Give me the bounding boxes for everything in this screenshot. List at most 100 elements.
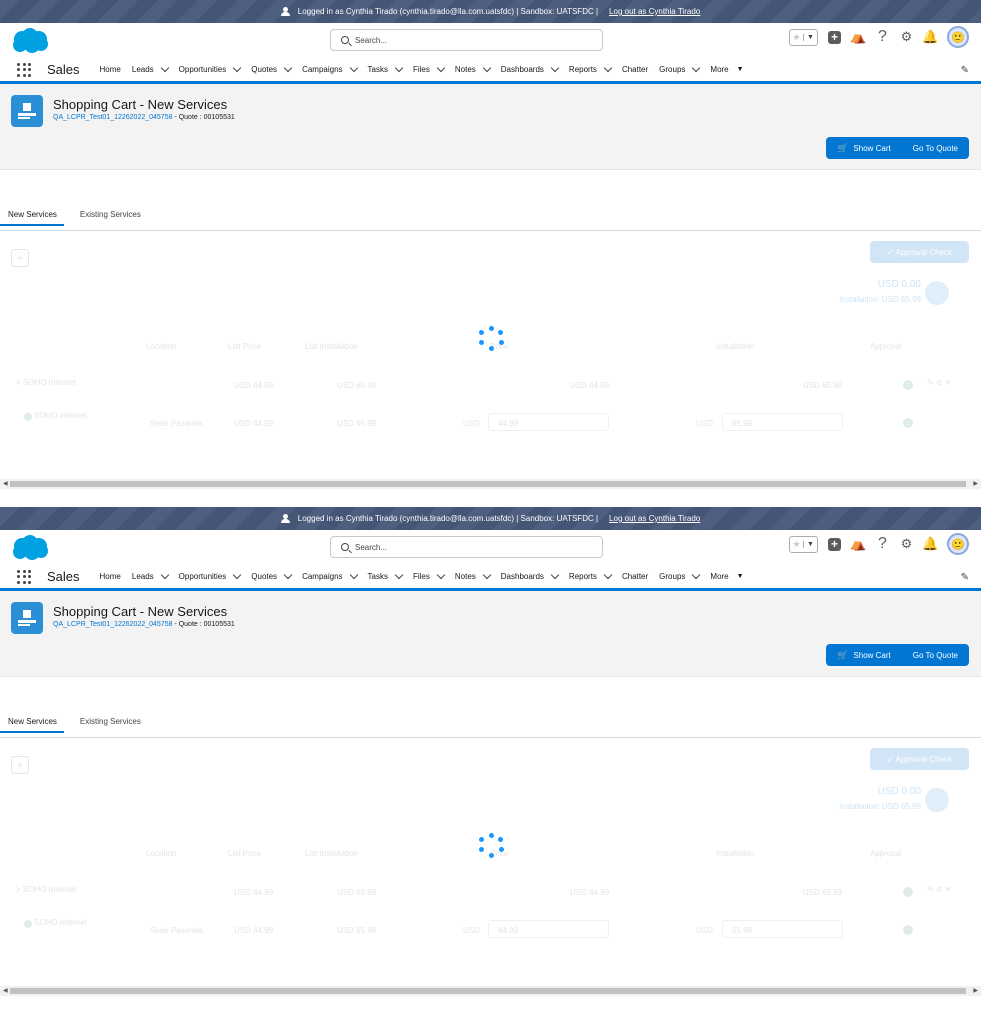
salesforce-logo[interactable] bbox=[10, 27, 50, 54]
approval-check-button[interactable]: ✓ Approval Check bbox=[870, 241, 969, 263]
trailhead-icon[interactable]: ⛺ bbox=[850, 536, 866, 552]
nav-item-chatter[interactable]: Chatter bbox=[622, 572, 648, 581]
logout-link[interactable]: Log out as Cynthia Tirado bbox=[609, 514, 700, 523]
edit-nav-pencil-icon[interactable]: ✎ bbox=[961, 572, 969, 583]
salesforce-logo[interactable] bbox=[10, 534, 50, 561]
notifications-bell-icon[interactable]: 🔔 bbox=[922, 29, 938, 45]
trailhead-icon[interactable]: ⛺ bbox=[850, 29, 866, 45]
chevron-down-icon[interactable] bbox=[233, 63, 242, 73]
tab-new-services[interactable]: New Services bbox=[0, 717, 64, 733]
logout-link[interactable]: Log out as Cynthia Tirado bbox=[609, 7, 700, 16]
global-search-input[interactable]: Search... bbox=[330, 536, 603, 558]
tab-existing-services[interactable]: Existing Services bbox=[80, 210, 141, 226]
show-cart-button[interactable]: 🛒 Show Cart bbox=[826, 137, 902, 159]
chevron-down-icon[interactable] bbox=[394, 63, 404, 73]
row-actions-icons[interactable]: ✎ ⊘ ✕ bbox=[927, 885, 952, 894]
chevron-down-icon[interactable] bbox=[692, 570, 701, 580]
chevron-down-icon[interactable] bbox=[436, 63, 446, 73]
quote-link[interactable]: QA_LCPR_Test01_12262022_045758 bbox=[53, 114, 173, 121]
nav-item-leads[interactable]: Leads bbox=[132, 63, 169, 74]
chevron-down-icon[interactable] bbox=[603, 570, 613, 580]
nav-item-chatter[interactable]: Chatter bbox=[622, 65, 648, 74]
chevron-down-icon[interactable] bbox=[349, 570, 358, 580]
user-avatar[interactable]: 🙂 bbox=[947, 26, 969, 48]
scroll-left-arrow-icon[interactable]: ◀ bbox=[3, 986, 8, 996]
add-product-button[interactable]: + bbox=[11, 249, 29, 267]
setup-gear-icon[interactable]: ⚙ bbox=[899, 29, 914, 45]
chevron-down-icon[interactable] bbox=[233, 570, 242, 580]
chevron-down-icon[interactable] bbox=[160, 570, 169, 580]
group-row-name[interactable]: > SOHO Internet bbox=[16, 378, 76, 387]
nav-item-tasks[interactable]: Tasks bbox=[368, 570, 404, 581]
favorites-dropdown-icon[interactable]: ▼ bbox=[803, 33, 817, 41]
nav-item-label: Notes bbox=[454, 65, 476, 74]
favorites-dropdown-icon[interactable]: ▼ bbox=[803, 540, 817, 548]
nav-item-quotes[interactable]: Quotes bbox=[251, 570, 293, 581]
nav-item-reports[interactable]: Reports bbox=[569, 63, 613, 74]
approval-check-button[interactable]: ✓ Approval Check bbox=[870, 748, 969, 770]
nav-item-home[interactable]: Home bbox=[100, 572, 121, 581]
help-icon[interactable]: ? bbox=[875, 28, 890, 45]
nav-item-more[interactable]: More ▼ bbox=[710, 65, 743, 74]
chevron-down-icon[interactable] bbox=[283, 570, 293, 580]
item-approval-status bbox=[903, 925, 913, 935]
chevron-down-icon[interactable] bbox=[603, 63, 613, 73]
scrollbar-thumb[interactable] bbox=[10, 988, 966, 994]
chevron-down-icon[interactable] bbox=[550, 570, 560, 580]
chevron-down-icon[interactable] bbox=[160, 63, 169, 73]
chevron-down-icon[interactable] bbox=[349, 63, 358, 73]
app-launcher-icon[interactable] bbox=[17, 569, 31, 584]
go-to-quote-button[interactable]: Go To Quote bbox=[902, 137, 969, 159]
horizontal-scrollbar[interactable]: ◀ ▶ bbox=[0, 479, 981, 489]
row-actions-icons[interactable]: ✎ ⊘ ✕ bbox=[927, 378, 952, 387]
group-row-name[interactable]: > SOHO Internet bbox=[16, 885, 76, 894]
nav-item-campaigns[interactable]: Campaigns bbox=[302, 63, 358, 74]
edit-nav-pencil-icon[interactable]: ✎ bbox=[961, 65, 969, 76]
nav-item-reports[interactable]: Reports bbox=[569, 570, 613, 581]
tab-new-services[interactable]: New Services bbox=[0, 210, 64, 226]
favorites-button[interactable]: ★ ▼ bbox=[789, 535, 818, 553]
nav-item-opportunities[interactable]: Opportunities bbox=[179, 570, 242, 581]
nav-item-opportunities[interactable]: Opportunities bbox=[179, 63, 242, 74]
user-avatar[interactable]: 🙂 bbox=[947, 533, 969, 555]
chevron-down-icon[interactable] bbox=[283, 63, 293, 73]
horizontal-scrollbar[interactable]: ◀ ▶ bbox=[0, 986, 981, 996]
nav-item-tasks[interactable]: Tasks bbox=[368, 63, 404, 74]
nav-item-dashboards[interactable]: Dashboards bbox=[501, 63, 560, 74]
nav-item-more[interactable]: More ▼ bbox=[710, 572, 743, 581]
nav-item-leads[interactable]: Leads bbox=[132, 570, 169, 581]
chevron-down-icon[interactable] bbox=[550, 63, 560, 73]
notifications-bell-icon[interactable]: 🔔 bbox=[922, 536, 938, 552]
nav-item-groups[interactable]: Groups bbox=[659, 570, 701, 581]
go-to-quote-button[interactable]: Go To Quote bbox=[902, 644, 969, 666]
setup-gear-icon[interactable]: ⚙ bbox=[899, 536, 914, 552]
add-product-button[interactable]: + bbox=[11, 756, 29, 774]
nav-item-dashboards[interactable]: Dashboards bbox=[501, 570, 560, 581]
scroll-right-arrow-icon[interactable]: ▶ bbox=[973, 479, 978, 489]
favorites-button[interactable]: ★ ▼ bbox=[789, 28, 818, 46]
global-actions-button[interactable]: + bbox=[827, 30, 842, 45]
scroll-right-arrow-icon[interactable]: ▶ bbox=[973, 986, 978, 996]
chevron-down-icon[interactable] bbox=[692, 63, 701, 73]
global-actions-button[interactable]: + bbox=[827, 537, 842, 552]
nav-item-campaigns[interactable]: Campaigns bbox=[302, 570, 358, 581]
help-icon[interactable]: ? bbox=[875, 535, 890, 552]
nav-item-notes[interactable]: Notes bbox=[455, 570, 492, 581]
global-search-input[interactable]: Search... bbox=[330, 29, 603, 51]
tab-existing-services[interactable]: Existing Services bbox=[80, 717, 141, 733]
scroll-left-arrow-icon[interactable]: ◀ bbox=[3, 479, 8, 489]
nav-item-quotes[interactable]: Quotes bbox=[251, 63, 293, 74]
app-launcher-icon[interactable] bbox=[17, 62, 31, 77]
chevron-down-icon[interactable] bbox=[394, 570, 404, 580]
nav-item-files[interactable]: Files bbox=[413, 570, 446, 581]
show-cart-button[interactable]: 🛒 Show Cart bbox=[826, 644, 902, 666]
chevron-down-icon[interactable] bbox=[436, 570, 446, 580]
quote-link[interactable]: QA_LCPR_Test01_12262022_045758 bbox=[53, 621, 173, 628]
chevron-down-icon[interactable] bbox=[482, 570, 492, 580]
chevron-down-icon[interactable] bbox=[482, 63, 492, 73]
nav-item-groups[interactable]: Groups bbox=[659, 63, 701, 74]
nav-item-files[interactable]: Files bbox=[413, 63, 446, 74]
scrollbar-thumb[interactable] bbox=[10, 481, 966, 487]
nav-item-notes[interactable]: Notes bbox=[454, 63, 492, 74]
nav-item-home[interactable]: Home bbox=[100, 65, 121, 74]
